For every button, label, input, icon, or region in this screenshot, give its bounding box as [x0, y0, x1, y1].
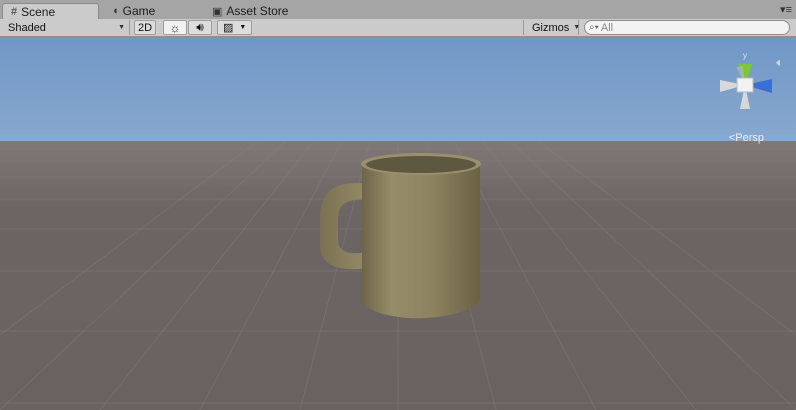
tab-menu-icon[interactable]: ▾≡: [780, 5, 792, 16]
tab-game-label: Game: [122, 4, 156, 18]
orientation-gizmo[interactable]: y ◆: [710, 47, 780, 117]
lighting-toggle-button[interactable]: ☼: [163, 20, 187, 35]
grid-icon: #: [11, 6, 18, 18]
tab-game[interactable]: ◖ Game: [104, 3, 163, 19]
gizmos-label: Gizmos: [532, 21, 570, 34]
toggle-2d-button[interactable]: 2D: [134, 20, 156, 35]
projection-text: Persp: [735, 132, 764, 144]
mug-body: [362, 164, 480, 319]
search-placeholder: All: [600, 21, 614, 34]
tab-asset-store[interactable]: ▣ Asset Store: [204, 3, 296, 19]
scene-toolbar: Shaded ▼ 2D ☼ 🔊︎ ▨ ▼ Gizmos ▼ ⌕▾ All: [0, 19, 796, 37]
chevron-down-icon: ▼: [573, 24, 581, 31]
sun-icon: ☼: [169, 20, 181, 35]
gizmo-center-cube[interactable]: [736, 77, 754, 93]
shading-mode-label: Shaded: [8, 21, 46, 34]
tab-asset-store-label: Asset Store: [226, 4, 289, 18]
gizmos-dropdown[interactable]: Gizmos ▼: [523, 20, 581, 35]
search-icon: ⌕▾: [589, 22, 599, 33]
pacman-icon: ◖: [112, 5, 119, 17]
chevron-down-icon: ▼: [118, 24, 125, 31]
mug-inside: [366, 156, 476, 173]
projection-label[interactable]: <Persp: [729, 132, 764, 144]
scene-viewport[interactable]: y ◆ <Persp: [0, 37, 796, 410]
tab-scene[interactable]: # Scene: [2, 3, 99, 20]
tab-scene-label: Scene: [21, 5, 56, 19]
chevron-down-icon: ▼: [239, 24, 247, 31]
audio-toggle-button[interactable]: 🔊︎: [188, 20, 212, 35]
search-input[interactable]: ⌕▾ All: [584, 20, 790, 35]
gizmo-y-label: y: [743, 51, 747, 60]
toggle-2d-label: 2D: [137, 21, 153, 34]
mug-object[interactable]: [310, 152, 490, 322]
effects-dropdown[interactable]: ▨ ▼: [217, 20, 252, 35]
store-icon: ▣: [212, 5, 223, 18]
svg-text:◆: ◆: [776, 58, 780, 67]
mug-handle: [320, 183, 368, 270]
image-icon: ▨: [223, 22, 234, 34]
shading-mode-dropdown[interactable]: Shaded ▼: [0, 20, 130, 35]
speaker-icon: 🔊︎: [196, 20, 204, 34]
tab-bar: # Scene ◖ Game ▣ Asset Store ▾≡: [0, 0, 796, 20]
